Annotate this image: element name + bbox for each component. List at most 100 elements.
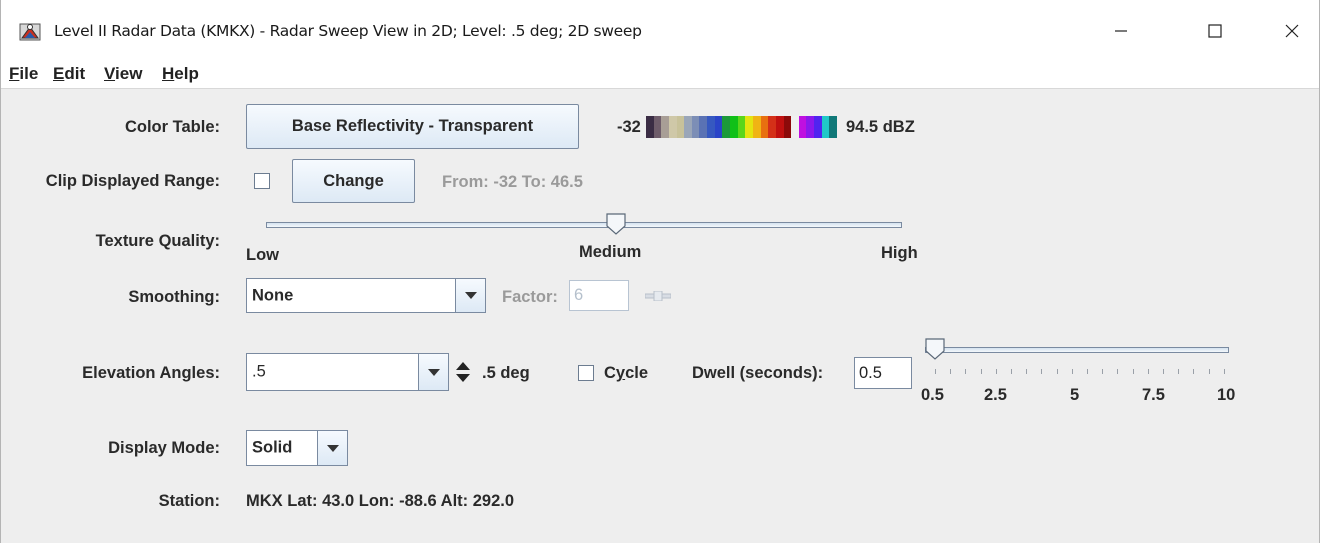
color-swatch bbox=[791, 116, 799, 138]
dwell-slider-thumb[interactable] bbox=[925, 338, 945, 360]
color-swatch bbox=[684, 116, 692, 138]
clip-range-label: Clip Displayed Range: bbox=[45, 172, 220, 190]
texture-low-label: Low bbox=[246, 246, 279, 264]
color-swatch bbox=[829, 116, 838, 138]
clip-range-checkbox[interactable] bbox=[254, 173, 270, 189]
dwell-tick-mark bbox=[995, 369, 997, 374]
dwell-tick-mark bbox=[1132, 369, 1134, 374]
dwell-tick-mark bbox=[965, 369, 967, 374]
change-button[interactable]: Change bbox=[292, 159, 415, 203]
menu-edit[interactable]: Edit bbox=[53, 64, 85, 84]
dwell-tick-mark bbox=[1102, 369, 1104, 374]
color-swatch bbox=[730, 116, 738, 138]
color-swatch bbox=[737, 116, 746, 138]
chevron-down-icon[interactable] bbox=[418, 354, 448, 390]
maximize-button[interactable] bbox=[1192, 14, 1238, 48]
dwell-tick-mark bbox=[1117, 369, 1119, 374]
dwell-tick-mark bbox=[1178, 369, 1180, 374]
texture-quality-thumb[interactable] bbox=[606, 213, 626, 235]
close-button[interactable] bbox=[1269, 14, 1315, 48]
color-swatch bbox=[760, 116, 769, 138]
menu-view[interactable]: View bbox=[104, 64, 142, 84]
texture-quality-track[interactable] bbox=[266, 222, 902, 228]
color-swatch bbox=[668, 116, 677, 138]
elevation-spinner-icon[interactable] bbox=[455, 360, 471, 384]
dwell-tick-mark bbox=[1193, 369, 1195, 374]
dwell-tick-label: 5 bbox=[1070, 386, 1080, 404]
texture-high-label: High bbox=[881, 244, 918, 262]
color-swatch bbox=[661, 116, 669, 138]
menu-bar: File Edit View Help bbox=[1, 58, 1319, 88]
dwell-slider-track[interactable] bbox=[925, 347, 1229, 353]
color-table-button[interactable]: Base Reflectivity - Transparent bbox=[246, 104, 579, 149]
color-table-max: 94.5 dBZ bbox=[846, 118, 915, 136]
elevation-select[interactable]: .5 bbox=[246, 353, 449, 391]
dwell-tick-mark bbox=[950, 369, 952, 374]
color-swatch bbox=[752, 116, 761, 138]
dwell-tick-mark bbox=[1011, 369, 1012, 374]
dwell-tick-label: 7.5 bbox=[1142, 386, 1165, 404]
dwell-tick-mark bbox=[1071, 369, 1073, 374]
menu-help[interactable]: Help bbox=[162, 64, 199, 84]
dwell-tick-mark bbox=[1223, 369, 1225, 374]
radar-window: Level II Radar Data (KMKX) - Radar Sweep… bbox=[0, 0, 1320, 543]
color-swatch bbox=[768, 116, 776, 138]
factor-slider-icon bbox=[645, 291, 671, 301]
dwell-tick-mark bbox=[1026, 369, 1028, 374]
maximize-icon bbox=[1208, 24, 1222, 38]
color-swatch bbox=[714, 116, 723, 138]
color-swatch bbox=[653, 116, 662, 138]
dwell-tick-label: 10 bbox=[1217, 386, 1236, 404]
menu-file[interactable]: File bbox=[9, 64, 38, 84]
dwell-tick-mark bbox=[1041, 369, 1043, 374]
elevation-readout: .5 deg bbox=[482, 364, 530, 382]
dwell-label: Dwell (seconds): bbox=[692, 364, 824, 382]
smoothing-value: None bbox=[252, 286, 294, 304]
display-mode-label: Display Mode: bbox=[108, 439, 220, 457]
color-swatch bbox=[821, 116, 830, 138]
minimize-icon bbox=[1115, 30, 1127, 32]
title-bar: Level II Radar Data (KMKX) - Radar Sweep… bbox=[1, 0, 1319, 58]
color-table-label: Color Table: bbox=[124, 118, 220, 136]
color-swatch bbox=[806, 116, 815, 138]
minimize-button[interactable] bbox=[1098, 14, 1144, 48]
color-swatch bbox=[783, 116, 792, 138]
app-icon bbox=[19, 23, 41, 41]
color-swatch bbox=[707, 116, 715, 138]
dwell-tick-mark bbox=[1163, 369, 1164, 374]
factor-field: 6 bbox=[569, 280, 629, 311]
color-swatch bbox=[745, 116, 753, 138]
smoothing-label: Smoothing: bbox=[128, 288, 220, 306]
close-icon bbox=[1285, 24, 1299, 38]
station-label: Station: bbox=[158, 492, 220, 510]
cycle-label[interactable]: Cycle bbox=[604, 364, 648, 383]
smoothing-select[interactable]: None bbox=[246, 278, 486, 313]
dwell-field[interactable]: 0.5 bbox=[854, 357, 912, 389]
color-swatch bbox=[691, 116, 700, 138]
color-swatch bbox=[699, 116, 708, 138]
dwell-tick-mark bbox=[935, 369, 936, 374]
display-mode-value: Solid bbox=[252, 438, 293, 457]
elevation-value: .5 bbox=[252, 362, 266, 381]
color-swatch bbox=[722, 116, 731, 138]
display-mode-select[interactable]: Solid bbox=[246, 430, 348, 466]
dwell-tick-label: 2.5 bbox=[984, 386, 1007, 404]
factor-label: Factor: bbox=[502, 288, 558, 306]
settings-panel: Color Table: Base Reflectivity - Transpa… bbox=[1, 88, 1319, 543]
dwell-tick-label: 0.5 bbox=[921, 386, 944, 404]
dwell-tick-mark bbox=[1208, 369, 1210, 374]
color-swatch bbox=[775, 116, 784, 138]
texture-quality-label: Texture Quality: bbox=[95, 232, 220, 250]
color-table-min: -32 bbox=[617, 118, 641, 136]
color-swatch bbox=[646, 116, 654, 138]
chevron-down-icon[interactable] bbox=[317, 431, 347, 465]
dwell-tick-mark bbox=[980, 369, 982, 374]
clip-range-text: From: -32 To: 46.5 bbox=[442, 173, 583, 191]
color-swatch bbox=[798, 116, 807, 138]
chevron-down-icon[interactable] bbox=[455, 279, 485, 312]
elevation-angles-label: Elevation Angles: bbox=[82, 364, 220, 382]
color-swatch bbox=[814, 116, 822, 138]
station-value: MKX Lat: 43.0 Lon: -88.6 Alt: 292.0 bbox=[246, 492, 515, 510]
cycle-checkbox[interactable] bbox=[578, 365, 594, 381]
dwell-tick-mark bbox=[1087, 369, 1088, 374]
